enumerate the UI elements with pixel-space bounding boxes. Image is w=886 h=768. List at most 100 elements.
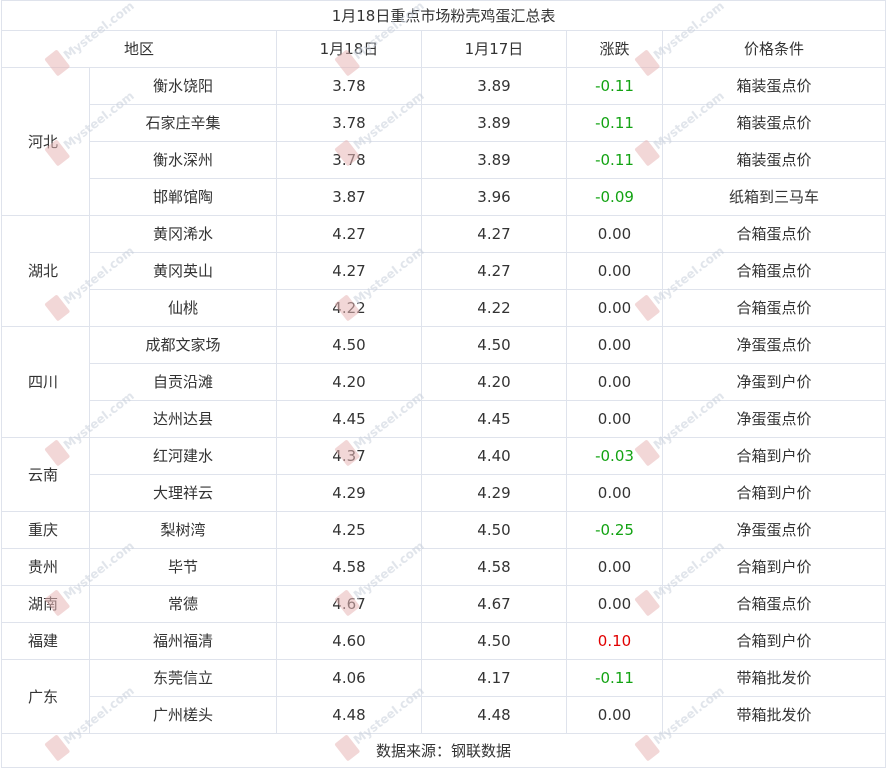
change-cell: 0.00 [566, 548, 663, 586]
table-row: 衡水深州 3.78 3.89 -0.11 箱装蛋点价 [2, 141, 886, 179]
condition-cell: 合箱到户价 [661, 474, 886, 512]
price-jan17-cell: 4.50 [421, 622, 567, 660]
condition-cell: 带箱批发价 [661, 659, 886, 697]
condition-cell: 净蛋蛋点价 [661, 511, 886, 549]
table-row: 湖北 黄冈浠水 4.27 4.27 0.00 合箱蛋点价 [1, 215, 886, 327]
market-cell: 自贡沿滩 [89, 363, 277, 401]
price-jan18-cell: 4.50 [276, 326, 422, 364]
region-cell: 河北 [1, 67, 90, 216]
condition-cell: 合箱到户价 [661, 622, 886, 660]
header-jan18: 1月18日 [276, 30, 422, 68]
price-jan17-cell: 4.50 [421, 511, 567, 549]
table-row: 大理祥云 4.29 4.29 0.00 合箱到户价 [2, 474, 886, 512]
region-cell: 湖南 [1, 585, 90, 623]
change-cell: 0.00 [566, 215, 663, 253]
market-cell: 衡水深州 [89, 141, 277, 179]
header-jan17: 1月17日 [421, 30, 567, 68]
table-row: 四川 成都文家场 4.50 4.50 0.00 净蛋蛋点价 [1, 326, 886, 438]
table-row: 湖南 常德 4.67 4.67 0.00 合箱蛋点价 [1, 585, 886, 623]
price-jan18-cell: 3.78 [276, 104, 422, 142]
price-jan17-cell: 4.50 [421, 326, 567, 364]
price-jan18-cell: 3.78 [276, 67, 422, 105]
condition-cell: 合箱蛋点价 [661, 215, 886, 253]
market-cell: 仙桃 [89, 289, 277, 327]
price-jan18-cell: 4.45 [276, 400, 422, 438]
condition-cell: 合箱到户价 [661, 437, 886, 475]
table-row: 云南 红河建水 4.37 4.40 -0.03 合箱到户价 [1, 437, 886, 512]
condition-cell: 合箱到户价 [661, 548, 886, 586]
table-row: 邯郸馆陶 3.87 3.96 -0.09 纸箱到三马车 [2, 178, 886, 216]
region-cell: 四川 [1, 326, 90, 438]
price-jan17-cell: 3.89 [421, 67, 567, 105]
price-jan17-cell: 4.29 [421, 474, 567, 512]
change-cell: -0.09 [566, 178, 663, 216]
table-row: 石家庄辛集 3.78 3.89 -0.11 箱装蛋点价 [2, 104, 886, 142]
region-cell: 广东 [1, 659, 90, 734]
price-jan17-cell: 4.58 [421, 548, 567, 586]
price-jan17-cell: 4.20 [421, 363, 567, 401]
price-jan18-cell: 4.67 [276, 585, 422, 623]
region-cell: 云南 [1, 437, 90, 512]
price-jan18-cell: 4.27 [276, 215, 422, 253]
market-cell: 黄冈英山 [89, 252, 277, 290]
table-row: 广州槎头 4.48 4.48 0.00 带箱批发价 [2, 696, 886, 734]
price-jan18-cell: 4.06 [276, 659, 422, 697]
change-cell: -0.11 [566, 104, 663, 142]
page: 1月18日重点市场粉壳鸡蛋汇总表 地区 1月18日 1月17日 涨跌 价格条件 … [0, 0, 886, 768]
market-cell: 大理祥云 [89, 474, 277, 512]
header-change: 涨跌 [566, 30, 663, 68]
change-cell: -0.11 [566, 141, 663, 179]
price-jan18-cell: 4.29 [276, 474, 422, 512]
price-jan17-cell: 4.48 [421, 696, 567, 734]
condition-cell: 箱装蛋点价 [661, 141, 886, 179]
condition-cell: 净蛋蛋点价 [661, 400, 886, 438]
condition-cell: 合箱蛋点价 [661, 585, 886, 623]
table-row: 贵州 毕节 4.58 4.58 0.00 合箱到户价 [1, 548, 886, 586]
price-jan18-cell: 4.37 [276, 437, 422, 475]
market-cell: 常德 [89, 585, 277, 623]
price-jan17-cell: 4.22 [421, 289, 567, 327]
price-jan18-cell: 4.48 [276, 696, 422, 734]
table-row: 河北 衡水饶阳 3.78 3.89 -0.11 箱装蛋点价 [1, 67, 886, 216]
table-row: 福建 福州福清 4.60 4.50 0.10 合箱到户价 [1, 622, 886, 660]
change-cell: 0.10 [566, 622, 663, 660]
region-cell: 贵州 [1, 548, 90, 586]
change-cell: -0.11 [566, 659, 663, 697]
condition-cell: 箱装蛋点价 [661, 67, 886, 105]
title-row: 1月18日重点市场粉壳鸡蛋汇总表 [0, 0, 886, 31]
price-jan18-cell: 3.87 [276, 178, 422, 216]
condition-cell: 净蛋到户价 [661, 363, 886, 401]
region-cell: 湖北 [1, 215, 90, 327]
table-row: 黄冈英山 4.27 4.27 0.00 合箱蛋点价 [2, 252, 886, 290]
table-row: 广东 东莞信立 4.06 4.17 -0.11 带箱批发价 [1, 659, 886, 734]
price-jan17-cell: 3.96 [421, 178, 567, 216]
price-jan18-cell: 4.25 [276, 511, 422, 549]
table-row: 达州达县 4.45 4.45 0.00 净蛋蛋点价 [2, 400, 886, 438]
condition-cell: 合箱蛋点价 [661, 252, 886, 290]
footer-row: 数据来源：钢联数据 [0, 733, 886, 768]
market-cell: 毕节 [89, 548, 277, 586]
price-jan18-cell: 4.20 [276, 363, 422, 401]
header-condition: 价格条件 [661, 30, 886, 68]
price-jan18-cell: 3.78 [276, 141, 422, 179]
condition-cell: 合箱蛋点价 [661, 289, 886, 327]
price-jan17-cell: 4.27 [421, 252, 567, 290]
region-cell: 福建 [1, 622, 90, 660]
change-cell: 0.00 [566, 363, 663, 401]
market-cell: 成都文家场 [89, 326, 277, 364]
change-cell: -0.03 [566, 437, 663, 475]
market-cell: 邯郸馆陶 [89, 178, 277, 216]
region-cell: 重庆 [1, 511, 90, 549]
header-row: 地区 1月18日 1月17日 涨跌 价格条件 [1, 30, 886, 68]
price-jan18-cell: 4.58 [276, 548, 422, 586]
change-cell: 0.00 [566, 326, 663, 364]
condition-cell: 箱装蛋点价 [661, 104, 886, 142]
price-jan17-cell: 4.45 [421, 400, 567, 438]
egg-price-table: 1月18日重点市场粉壳鸡蛋汇总表 地区 1月18日 1月17日 涨跌 价格条件 … [0, 0, 886, 768]
market-cell: 衡水饶阳 [89, 67, 277, 105]
change-cell: 0.00 [566, 696, 663, 734]
market-cell: 福州福清 [89, 622, 277, 660]
market-cell: 黄冈浠水 [89, 215, 277, 253]
condition-cell: 纸箱到三马车 [661, 178, 886, 216]
change-cell: 0.00 [566, 474, 663, 512]
